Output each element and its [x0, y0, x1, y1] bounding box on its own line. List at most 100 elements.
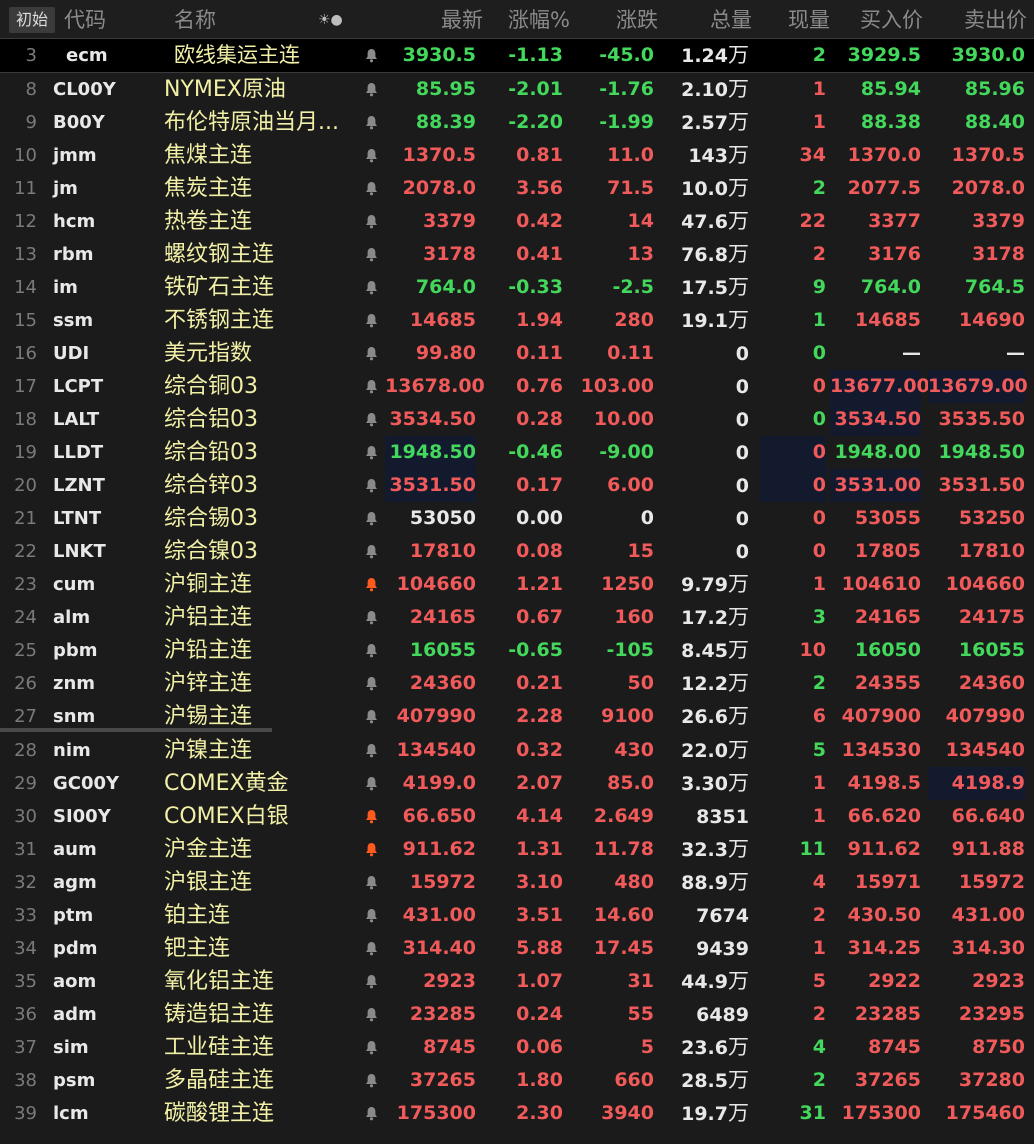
table-row[interactable]: 14 im 铁矿石主连 764.0 -0.33 -2.5 17.5万 9 764.0 764.5	[0, 271, 1034, 304]
current-volume: 6	[812, 705, 826, 727]
change-amount: 9100	[601, 705, 654, 727]
alert-bell-icon[interactable]	[365, 866, 379, 899]
table-row[interactable]: 29 GC00Y COMEX黄金 4199.0 2.07 85.0 3.30万 1 4198.5…	[0, 767, 1034, 800]
table-row[interactable]: 11 jm 焦炭主连 2078.0 3.56 71.5 10.0万 2 2077.5 2078.0	[0, 172, 1034, 205]
table-row[interactable]: 32 agm 沪银主连 15972 3.10 480 88.9万 4 15971 15972	[0, 866, 1034, 899]
table-row[interactable]: 25 pbm 沪铅主连 16055 -0.65 -105 8.45万 10 16050 16055	[0, 634, 1034, 667]
table-row[interactable]: 18 LALT 综合铝03 3534.50 0.28 10.00 0 0 3534.50 3535…	[0, 403, 1034, 436]
change-percent: 0.00	[516, 507, 563, 529]
last-price: 764.0	[415, 276, 476, 298]
corner-reset-button[interactable]: 初始	[9, 7, 55, 33]
alert-bell-icon[interactable]	[365, 238, 379, 271]
alert-bell-icon[interactable]	[365, 205, 379, 238]
col-header-ask[interactable]: 卖出价	[928, 4, 1027, 36]
table-row[interactable]: 35 aom 氧化铝主连 2923 1.07 31 44.9万 5 2922 2923	[0, 965, 1034, 998]
alert-bell-icon[interactable]	[365, 106, 379, 139]
alert-bell-icon[interactable]	[365, 535, 379, 568]
alert-bell-icon[interactable]	[365, 139, 379, 172]
table-row[interactable]: 13 rbm 螺纹钢主连 3178 0.41 13 76.8万 2 3176 3178	[0, 238, 1034, 271]
volume-unit: 万	[728, 1101, 749, 1125]
alert-bell-icon[interactable]	[365, 172, 379, 205]
col-header-last[interactable]: 最新	[385, 4, 483, 36]
alert-bell-icon[interactable]	[365, 271, 379, 304]
last-price: 8745	[423, 1036, 476, 1058]
table-row[interactable]: 26 znm 沪锌主连 24360 0.21 50 12.2万 2 24355 24360	[0, 667, 1034, 700]
alert-bell-icon[interactable]	[365, 337, 379, 370]
bid-price: 1370.0	[847, 144, 921, 166]
table-row[interactable]: 33 ptm 铂主连 431.00 3.51 14.60 7674 2 430.50 431.00	[0, 899, 1034, 932]
alert-bell-icon[interactable]	[365, 39, 379, 72]
alert-bell-icon[interactable]	[365, 370, 379, 403]
alert-bell-icon[interactable]	[365, 965, 379, 998]
alert-bell-icon[interactable]	[365, 998, 379, 1031]
table-row[interactable]: 28 nim 沪镍主连 134540 0.32 430 22.0万 5 134530 134540	[0, 734, 1034, 767]
table-row[interactable]: 22 LNKT 综合镍03 17810 0.08 15 0 0 17805 17810	[0, 535, 1034, 568]
alert-bell-active-icon[interactable]	[365, 800, 379, 833]
table-row[interactable]: 36 adm 铸造铝主连 23285 0.24 55 6489 2 23285 23295	[0, 998, 1034, 1031]
table-row[interactable]: 37 sim 工业硅主连 8745 0.06 5 23.6万 4 8745 8750	[0, 1031, 1034, 1064]
change-percent: 1.07	[516, 970, 563, 992]
last-price: 14685	[409, 309, 476, 331]
alert-bell-icon[interactable]	[365, 304, 379, 337]
table-row[interactable]: 27 snm 沪锡主连 407990 2.28 9100 26.6万 6 407900 40799…	[0, 700, 1034, 733]
table-row[interactable]: 38 psm 多晶硅主连 37265 1.80 660 28.5万 2 37265 37280	[0, 1064, 1034, 1097]
change-amount: 430	[614, 739, 654, 761]
change-percent: -0.65	[508, 639, 563, 661]
col-header-pct[interactable]: 涨幅%	[484, 4, 570, 36]
alert-bell-icon[interactable]	[365, 403, 379, 436]
table-row[interactable]: 15 ssm 不锈钢主连 14685 1.94 280 19.1万 1 14685 14690	[0, 304, 1034, 337]
col-header-settings-icon[interactable]: ☀●	[318, 4, 343, 36]
alert-bell-icon[interactable]	[365, 767, 379, 800]
table-row[interactable]: 9 B00Y 布伦特原油当月... 88.39 -2.20 -1.99 2.57万 1 88.3…	[0, 106, 1034, 139]
row-index: 9	[25, 112, 37, 133]
alert-bell-icon[interactable]	[365, 601, 379, 634]
table-row[interactable]: 3 ecm 欧线集运主连 3930.5 -1.13 -45.0 1.24万 2 3929.5 39…	[0, 38, 1034, 73]
contract-name: 钯主连	[164, 936, 231, 961]
alert-bell-icon[interactable]	[365, 502, 379, 535]
table-row[interactable]: 24 alm 沪铝主连 24165 0.67 160 17.2万 3 24165 24175	[0, 601, 1034, 634]
alert-bell-icon[interactable]	[365, 436, 379, 469]
alert-bell-icon[interactable]	[365, 932, 379, 965]
table-row[interactable]: 31 aum 沪金主连 911.62 1.31 11.78 32.3万 11 911.62 911…	[0, 833, 1034, 866]
table-row[interactable]: 12 hcm 热卷主连 3379 0.42 14 47.6万 22 3377 3379	[0, 205, 1034, 238]
alert-bell-icon[interactable]	[365, 73, 379, 106]
row-index: 12	[14, 211, 37, 232]
current-volume: 22	[799, 210, 826, 232]
col-header-chg[interactable]: 涨跌	[568, 4, 658, 36]
table-row[interactable]: 8 CL00Y NYMEX原油 85.95 -2.01 -1.76 2.10万 1 85.94 8…	[0, 73, 1034, 106]
table-row[interactable]: 10 jmm 焦煤主连 1370.5 0.81 11.0 143万 34 1370.0 1370.…	[0, 139, 1034, 172]
col-header-cur[interactable]: 现量	[760, 4, 830, 36]
last-price: 66.650	[402, 805, 476, 827]
ask-price: 134540	[945, 739, 1025, 761]
change-amount: 480	[614, 871, 654, 893]
table-row[interactable]: 39 lcm 碳酸锂主连 175300 2.30 3940 19.7万 31 175300 175…	[0, 1097, 1034, 1130]
alert-bell-icon[interactable]	[365, 899, 379, 932]
table-row[interactable]: 19 LLDT 综合铅03 1948.50 -0.46 -9.00 0 0 1948.00 194…	[0, 436, 1034, 469]
alert-bell-active-icon[interactable]	[365, 833, 379, 866]
total-volume: 8351	[660, 800, 749, 833]
alert-bell-icon[interactable]	[365, 667, 379, 700]
change-amount: 280	[614, 309, 654, 331]
col-header-name[interactable]: 名称	[174, 4, 216, 36]
volume-value: 1.24	[681, 45, 728, 67]
table-row[interactable]: 16 UDI 美元指数 99.80 0.11 0.11 0 0 — —	[0, 337, 1034, 370]
table-row[interactable]: 17 LCPT 综合铜03 13678.00 0.76 103.00 0 0 13677.00 1…	[0, 370, 1034, 403]
alert-bell-icon[interactable]	[365, 1031, 379, 1064]
table-row[interactable]: 20 LZNT 综合锌03 3531.50 0.17 6.00 0 0 3531.00 3531.…	[0, 469, 1034, 502]
alert-bell-icon[interactable]	[365, 1097, 379, 1130]
table-row[interactable]: 34 pdm 钯主连 314.40 5.88 17.45 9439 1 314.25 314.30	[0, 932, 1034, 965]
col-header-vol[interactable]: 总量	[660, 4, 752, 36]
col-header-code[interactable]: 代码	[64, 4, 106, 36]
alert-bell-icon[interactable]	[365, 734, 379, 767]
alert-bell-active-icon[interactable]	[365, 568, 379, 601]
table-row[interactable]: 21 LTNT 综合锡03 53050 0.00 0 0 0 53055 53250	[0, 502, 1034, 535]
table-row[interactable]: 30 SI00Y COMEX白银 66.650 4.14 2.649 8351 1 66.620…	[0, 800, 1034, 833]
alert-bell-icon[interactable]	[365, 1064, 379, 1097]
alert-bell-icon[interactable]	[365, 634, 379, 667]
alert-bell-icon[interactable]	[365, 469, 379, 502]
col-header-bid[interactable]: 买入价	[830, 4, 923, 36]
alert-bell-icon[interactable]	[365, 700, 379, 733]
volume-value: 17.5	[681, 277, 728, 299]
last-price: 134540	[396, 739, 476, 761]
table-row[interactable]: 23 cum 沪铜主连 104660 1.21 1250 9.79万 1 104610 10466…	[0, 568, 1034, 601]
